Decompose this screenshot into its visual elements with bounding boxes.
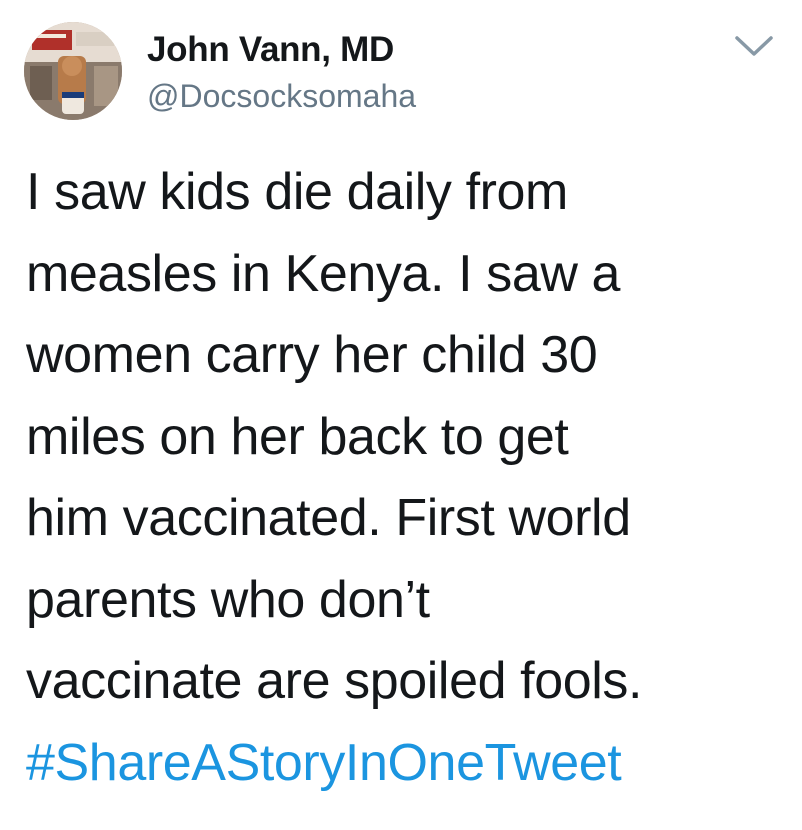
- tweet-text-line: parents who don’t: [26, 570, 430, 629]
- tweet-text-line: measles in Kenya. I saw a: [26, 244, 621, 303]
- tweet-text-line: him vaccinated. First world: [26, 489, 631, 547]
- tweet-text-line: women carry her child 30: [26, 326, 598, 384]
- tweet-text-line: I saw kids die daily from: [26, 163, 568, 221]
- tweet-text-line: vaccinate are spoiled fools.: [26, 652, 643, 710]
- tweet-card: John Vann, MD @Docsocksomaha I saw kids …: [0, 0, 802, 830]
- hashtag-link[interactable]: #ShareAStoryInOneTweet: [26, 723, 796, 805]
- tweet-text: I saw kids die daily from measles in Ken…: [26, 152, 796, 804]
- avatar-image: [24, 22, 122, 120]
- tweet-text-line: miles on her back to get: [26, 407, 569, 466]
- author-handle[interactable]: @Docsocksomaha: [147, 76, 416, 116]
- author-display-name[interactable]: John Vann, MD: [147, 28, 394, 72]
- chevron-down-icon[interactable]: [732, 30, 776, 60]
- author-avatar[interactable]: [24, 22, 122, 120]
